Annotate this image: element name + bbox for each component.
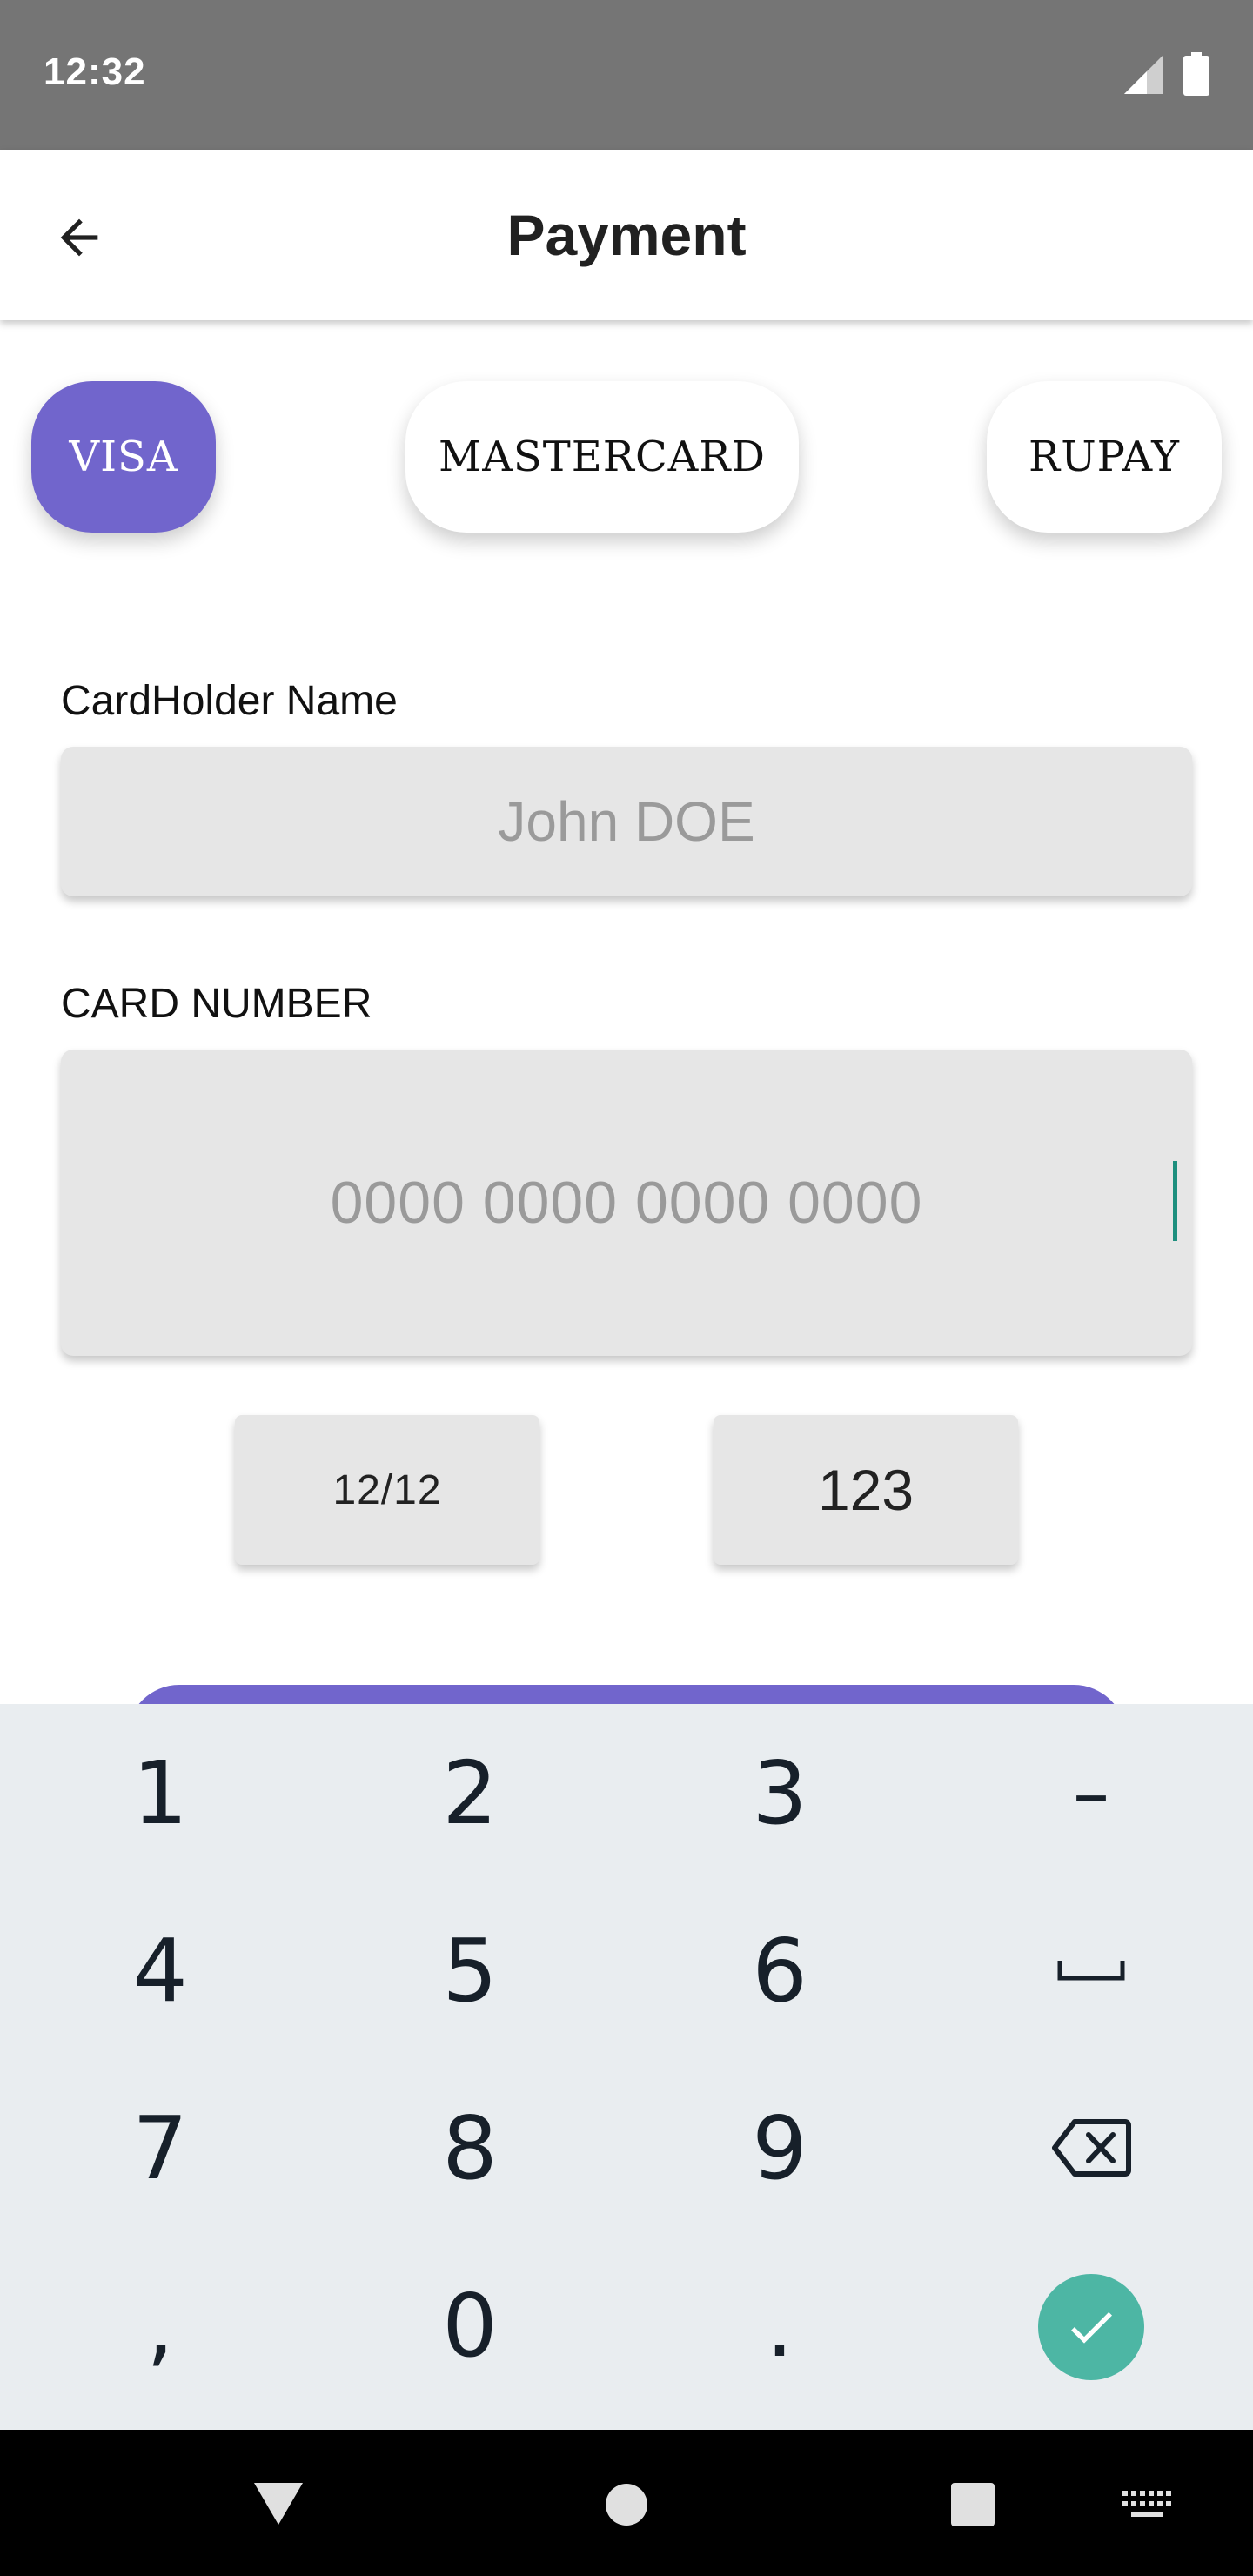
key-comma[interactable]: ,: [3, 2237, 317, 2414]
key-7[interactable]: 7: [3, 2059, 317, 2237]
key-space[interactable]: [935, 1882, 1248, 2059]
key-8[interactable]: 8: [313, 2059, 626, 2237]
cardholder-name-label: CardHolder Name: [61, 678, 398, 724]
key-2[interactable]: 2: [313, 1704, 626, 1882]
nav-home-circle-icon: [606, 2484, 647, 2526]
status-time: 12:32: [44, 50, 146, 93]
key-done[interactable]: [1038, 2274, 1144, 2380]
card-type-mastercard[interactable]: MASTERCARD: [405, 381, 799, 533]
cardholder-name-placeholder: John DOE: [498, 790, 755, 853]
key-5[interactable]: 5: [313, 1882, 626, 2059]
keyboard-icon: [1122, 2491, 1171, 2517]
expiry-value: 12/12: [332, 1466, 442, 1513]
card-number-label: CARD NUMBER: [61, 981, 372, 1027]
nav-home-button[interactable]: [592, 2470, 661, 2539]
app-bar: Payment: [0, 150, 1253, 320]
key-minus[interactable]: –: [935, 1704, 1248, 1882]
nav-back-triangle-icon: [254, 2483, 303, 2525]
battery-icon: [1183, 52, 1209, 96]
card-type-visa[interactable]: VISA: [31, 381, 216, 533]
key-backspace[interactable]: [935, 2059, 1248, 2237]
key-3[interactable]: 3: [623, 1704, 936, 1882]
status-bar: 12:32: [0, 0, 1253, 150]
key-9[interactable]: 9: [623, 2059, 936, 2237]
keyboard-switch-button[interactable]: [1112, 2479, 1182, 2531]
key-period[interactable]: .: [623, 2237, 936, 2414]
space-bar-icon: [1057, 1961, 1125, 1981]
nav-recents-button[interactable]: [938, 2470, 1008, 2539]
key-6[interactable]: 6: [623, 1882, 936, 2059]
cvv-input[interactable]: 123: [714, 1415, 1018, 1565]
expiry-input[interactable]: 12/12: [235, 1415, 539, 1565]
check-icon: [1071, 2311, 1112, 2344]
backspace-icon: [1052, 2119, 1131, 2177]
card-number-input[interactable]: 0000 0000 0000 0000: [61, 1050, 1192, 1356]
nav-back-button[interactable]: [244, 2473, 313, 2534]
key-4[interactable]: 4: [3, 1882, 317, 2059]
cvv-value: 123: [817, 1458, 915, 1522]
text-cursor: [1173, 1161, 1177, 1241]
key-1[interactable]: 1: [3, 1704, 317, 1882]
card-number-placeholder: 0000 0000 0000 0000: [330, 1170, 923, 1236]
page-title: Payment: [506, 203, 747, 267]
key-0[interactable]: 0: [313, 2237, 626, 2414]
signal-icon: [1124, 56, 1163, 94]
card-type-rupay[interactable]: RUPAY: [987, 381, 1222, 533]
cardholder-name-input[interactable]: John DOE: [61, 747, 1192, 896]
nav-recents-square-icon: [951, 2483, 995, 2526]
navigation-bar: [0, 2430, 1253, 2576]
